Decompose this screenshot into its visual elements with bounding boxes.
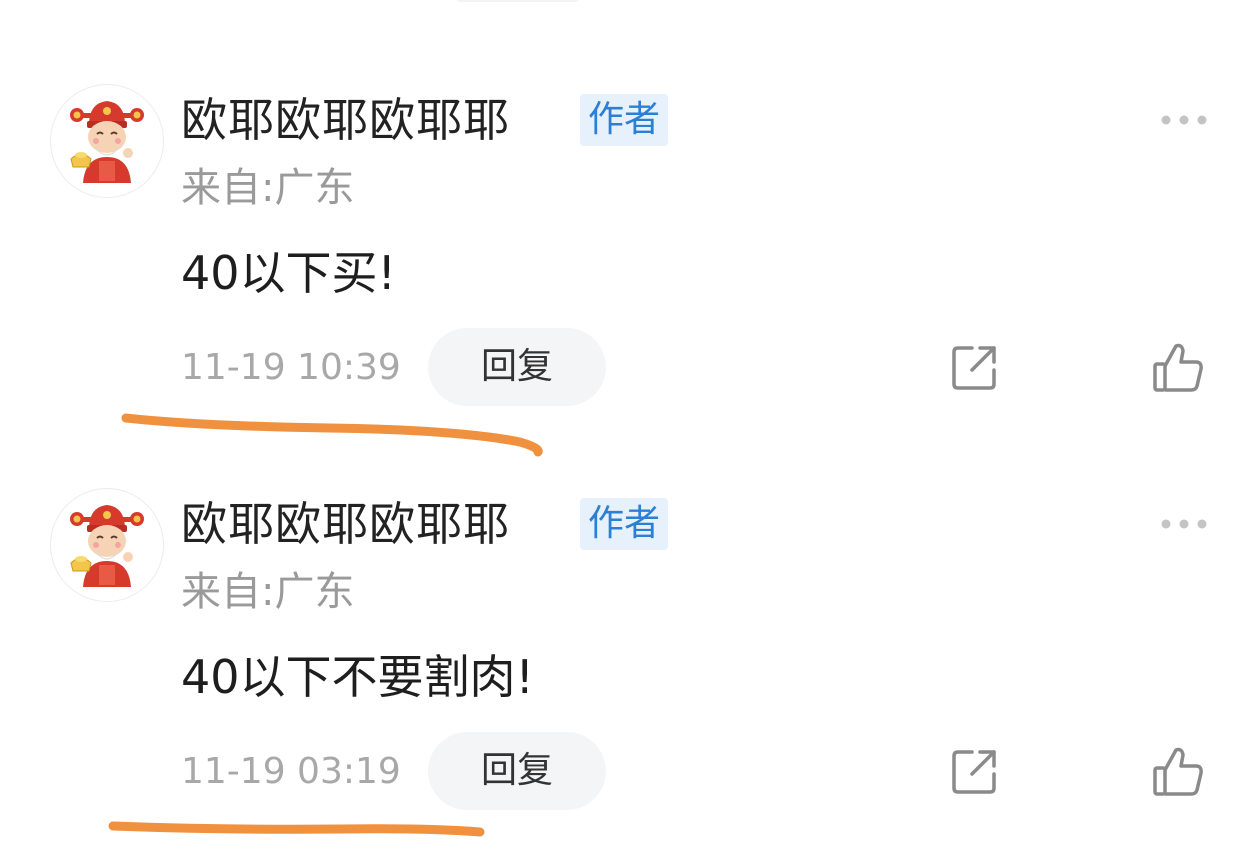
more-dots-icon[interactable] (1158, 112, 1210, 128)
author-badge: 作者 (580, 94, 669, 146)
share-icon[interactable] (948, 746, 1000, 798)
annotation-underline-2 (108, 821, 485, 837)
username[interactable]: 欧耶欧耶欧耶耶 (181, 501, 510, 547)
thumbs-up-icon[interactable] (1150, 744, 1206, 800)
username[interactable]: 欧耶欧耶欧耶耶 (181, 97, 510, 143)
author-badge: 作者 (580, 498, 669, 550)
comment-text: 40以下买! (181, 246, 396, 300)
location-label: 来自:广东 (181, 165, 355, 211)
timestamp: 11-19 10:39 (181, 347, 401, 388)
thumbs-up-icon[interactable] (1150, 340, 1206, 396)
comment-item: 欧耶欧耶欧耶耶 作者 来自:广东 40以下不要割肉! 11-19 03:19 回… (0, 404, 1260, 810)
avatar[interactable] (50, 84, 164, 198)
timestamp: 11-19 03:19 (181, 751, 401, 792)
comment-text: 40以下不要割肉! (181, 650, 534, 704)
more-dots-icon[interactable] (1158, 516, 1210, 532)
location-label: 来自:广东 (181, 569, 355, 615)
caishen-avatar-icon (70, 101, 144, 183)
share-icon[interactable] (948, 342, 1000, 394)
reply-button[interactable]: 回复 (428, 732, 606, 810)
avatar[interactable] (50, 488, 164, 602)
comment-thread: 欧耶欧耶欧耶耶 作者 来自:广东 40以下买! 11-19 10:39 回复 欧… (0, 0, 1260, 850)
reply-button[interactable]: 回复 (428, 328, 606, 406)
comment-item: 欧耶欧耶欧耶耶 作者 来自:广东 40以下买! 11-19 10:39 回复 (0, 0, 1260, 406)
caishen-avatar-icon (70, 505, 144, 587)
